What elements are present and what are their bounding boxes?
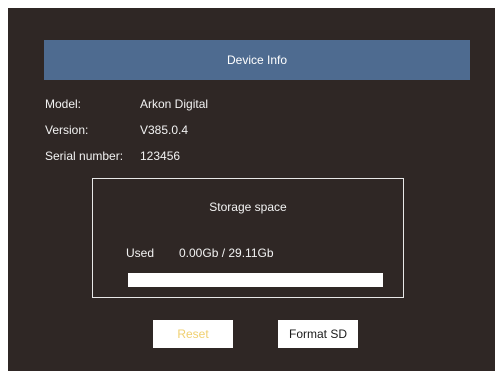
- version-value: V385.0.4: [140, 123, 189, 137]
- storage-progress-bar: [128, 273, 383, 287]
- used-value: 0.00Gb / 29.11Gb: [179, 246, 274, 260]
- format-sd-button[interactable]: Format SD: [278, 320, 358, 348]
- model-value: Arkon Digital: [140, 97, 209, 111]
- version-label: Version:: [45, 123, 89, 137]
- serial-number-value: 123456: [140, 149, 181, 163]
- storage-panel: Storage space Used 0.00Gb / 29.11Gb: [92, 178, 404, 298]
- model-label: Model:: [45, 97, 82, 111]
- reset-button[interactable]: Reset: [153, 320, 233, 348]
- storage-title: Storage space: [209, 200, 287, 214]
- device-info-screen: Device Info Model: Arkon Digital Version…: [8, 8, 495, 371]
- used-label: Used: [126, 246, 155, 260]
- page-title: Device Info: [226, 53, 288, 67]
- page-title-bar: Device Info: [44, 40, 470, 80]
- serial-number-label: Serial number:: [45, 149, 124, 163]
